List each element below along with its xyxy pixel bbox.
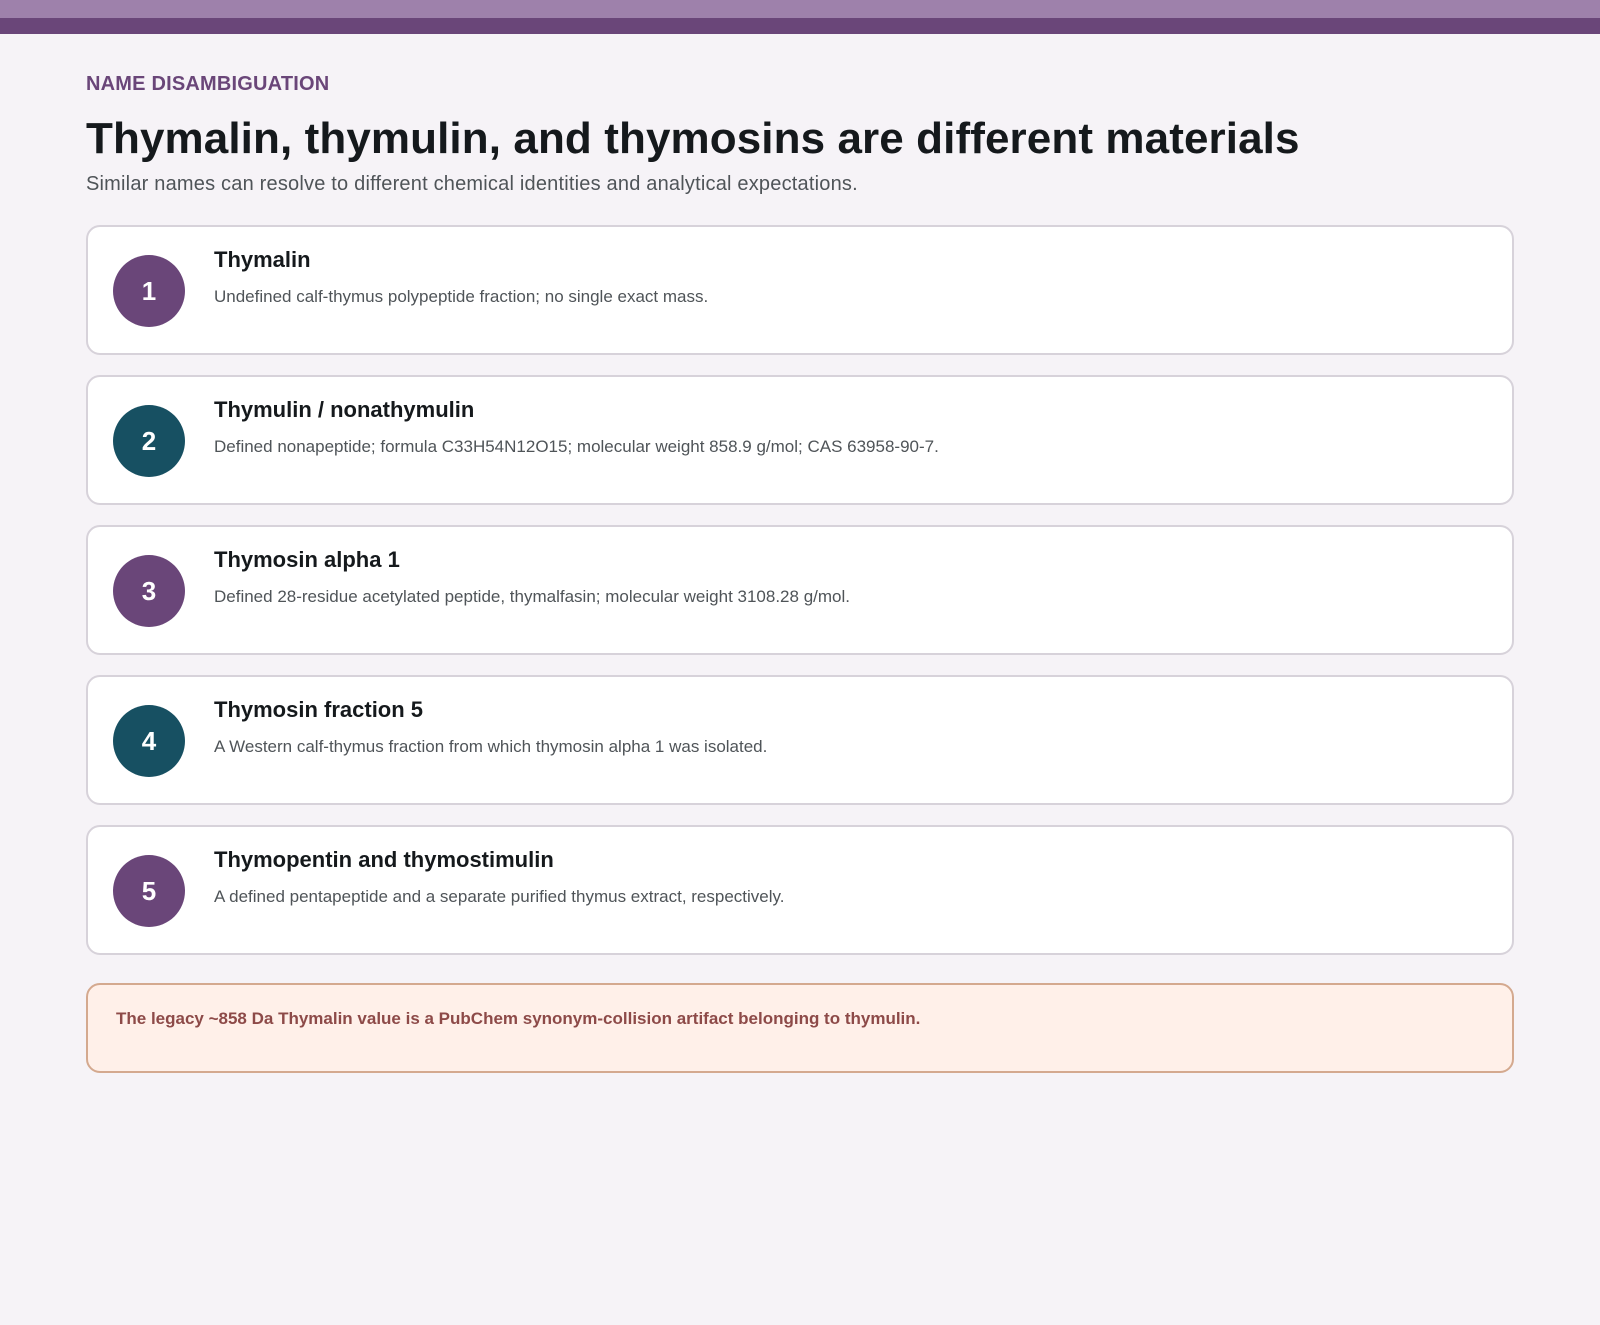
- list-item-thymopentin: 5 Thymopentin and thymostimulin A define…: [86, 825, 1514, 955]
- number-badge: 1: [113, 255, 185, 327]
- item-title: Thymalin: [214, 247, 311, 272]
- top-accent-bar-dark: [0, 18, 1600, 34]
- page-subtitle: Similar names can resolve to different c…: [86, 173, 858, 195]
- page-title: Thymalin, thymulin, and thymosins are di…: [86, 114, 1300, 163]
- item-title: Thymulin / nonathymulin: [214, 397, 475, 422]
- item-description: Undefined calf-thymus polypeptide fracti…: [214, 287, 709, 306]
- number-badge: 4: [113, 705, 185, 777]
- item-title: Thymopentin and thymostimulin: [214, 847, 554, 872]
- list-item-thymulin: 2 Thymulin / nonathymulin Defined nonape…: [86, 375, 1514, 505]
- warning-note: The legacy ~858 Da Thymalin value is a P…: [86, 983, 1514, 1073]
- item-title: Thymosin alpha 1: [214, 547, 400, 572]
- number-badge: 3: [113, 555, 185, 627]
- warning-note-text: The legacy ~858 Da Thymalin value is a P…: [116, 1009, 921, 1028]
- section-eyebrow: NAME DISAMBIGUATION: [86, 73, 330, 95]
- number-badge: 2: [113, 405, 185, 477]
- list-item-thymosin-alpha-1: 3 Thymosin alpha 1 Defined 28-residue ac…: [86, 525, 1514, 655]
- item-description: Defined nonapeptide; formula C33H54N12O1…: [214, 437, 939, 456]
- number-badge: 5: [113, 855, 185, 927]
- item-description: A defined pentapeptide and a separate pu…: [214, 887, 785, 906]
- item-description: Defined 28-residue acetylated peptide, t…: [214, 587, 850, 606]
- list-item-thymosin-fraction-5: 4 Thymosin fraction 5 A Western calf-thy…: [86, 675, 1514, 805]
- top-accent-bar-light: [0, 0, 1600, 18]
- list-item-thymalin: 1 Thymalin Undefined calf-thymus polypep…: [86, 225, 1514, 355]
- item-description: A Western calf-thymus fraction from whic…: [214, 737, 768, 756]
- item-title: Thymosin fraction 5: [214, 697, 424, 722]
